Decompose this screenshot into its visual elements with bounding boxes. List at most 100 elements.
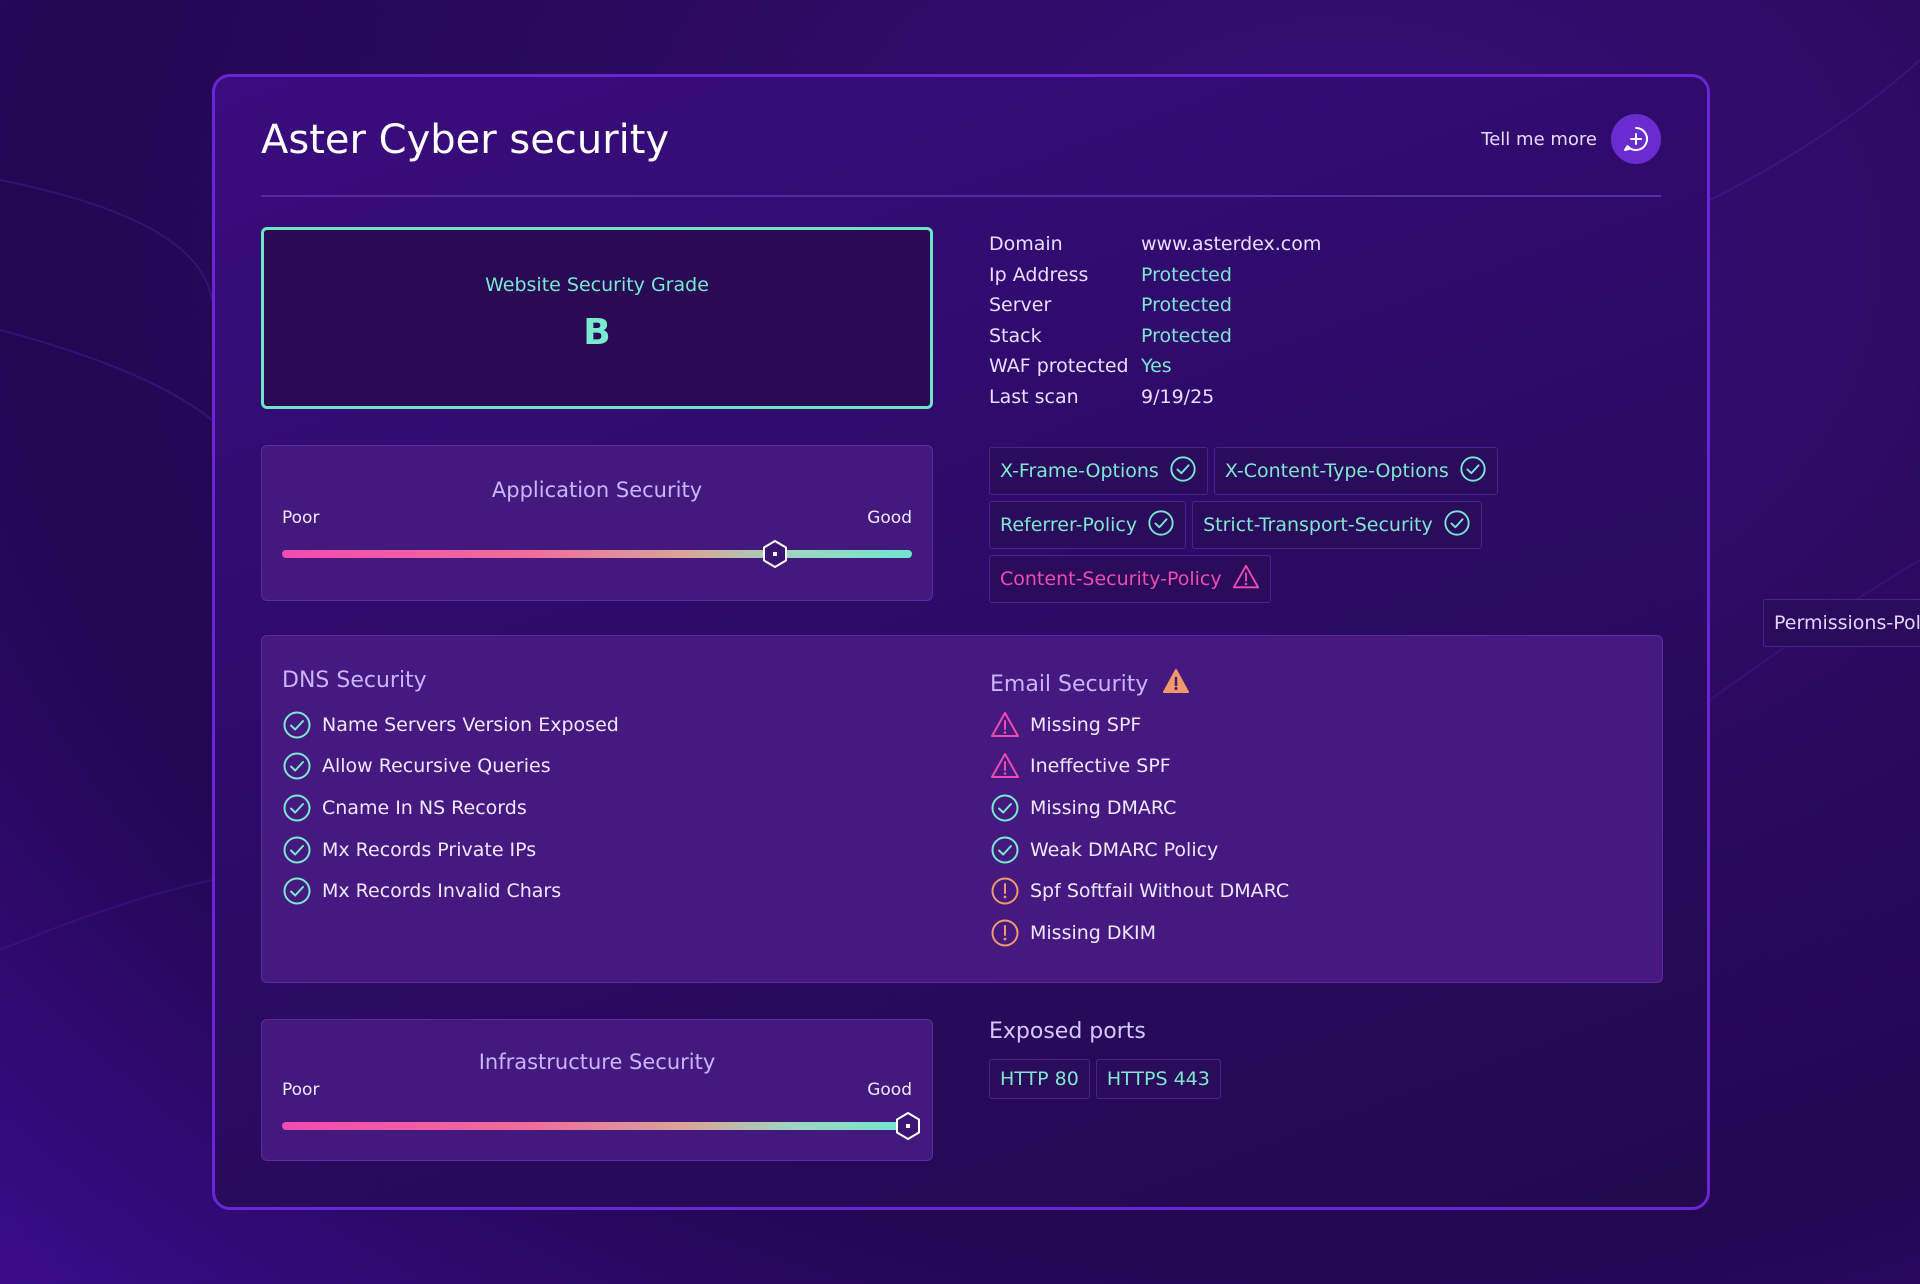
tag-label: Strict-Transport-Security xyxy=(1203,514,1433,536)
item-label: Allow Recursive Queries xyxy=(322,755,551,778)
check-icon xyxy=(1459,455,1487,488)
warning-icon xyxy=(990,710,1020,740)
list-item: Mx Records Invalid Chars xyxy=(282,870,619,912)
item-label: Cname In NS Records xyxy=(322,796,527,819)
tell-me-more-button[interactable]: Tell me more xyxy=(1481,114,1661,164)
infrastructure-security-thumb[interactable] xyxy=(893,1111,923,1141)
item-label: Weak DMARC Policy xyxy=(1030,838,1219,861)
grade-value: B xyxy=(583,312,611,353)
email-security-title: Email Security xyxy=(990,668,1190,700)
info-value: Protected xyxy=(1141,324,1232,347)
port-badge-https[interactable]: HTTPS 443 xyxy=(1095,1059,1221,1099)
check-icon xyxy=(1169,455,1197,488)
list-item: Missing SPF xyxy=(990,704,1289,746)
item-label: Missing DMARC xyxy=(1030,796,1177,819)
exposed-ports-list: HTTP 80 HTTPS 443 xyxy=(989,1059,1221,1099)
dns-title-label: DNS Security xyxy=(282,668,427,693)
tag-label: X-Frame-Options xyxy=(1000,460,1159,482)
info-value: www.asterdex.com xyxy=(1141,233,1322,256)
chat-plus-icon[interactable] xyxy=(1611,114,1661,164)
item-label: Mx Records Invalid Chars xyxy=(322,880,562,903)
list-item: Missing DMARC xyxy=(990,787,1289,829)
exposed-ports-title: Exposed ports xyxy=(989,1019,1146,1044)
list-item: Allow Recursive Queries xyxy=(282,746,619,788)
list-item: Name Servers Version Exposed xyxy=(282,704,619,746)
tag-label: Referrer-Policy xyxy=(1000,514,1138,536)
infrastructure-security-panel: Infrastructure Security Poor Good xyxy=(261,1019,933,1161)
tell-me-more-label: Tell me more xyxy=(1481,128,1597,150)
info-value: Protected xyxy=(1141,263,1232,286)
info-key: Stack xyxy=(989,324,1042,347)
list-item: Mx Records Private IPs xyxy=(282,829,619,871)
alert-circle-icon xyxy=(990,876,1020,906)
dns-security-title: DNS Security xyxy=(282,668,427,693)
port-badge-http[interactable]: HTTP 80 xyxy=(989,1059,1090,1099)
good-label: Good xyxy=(867,508,912,528)
info-key: Domain xyxy=(989,233,1063,256)
info-value: 9/19/25 xyxy=(1141,385,1215,408)
warning-icon xyxy=(1232,563,1260,596)
list-item: Spf Softfail Without DMARC xyxy=(990,870,1289,912)
check-icon xyxy=(990,835,1020,865)
item-label: Ineffective SPF xyxy=(1030,755,1171,778)
check-icon xyxy=(1147,509,1175,542)
check-icon xyxy=(282,793,312,823)
check-icon xyxy=(282,835,312,865)
poor-label: Poor xyxy=(282,1080,320,1100)
tag-label: X-Content-Type-Options xyxy=(1224,460,1449,482)
info-row-domain: Domain www.asterdex.com xyxy=(989,229,1321,260)
header-tag-strict-transport-security[interactable]: Strict-Transport-Security xyxy=(1192,501,1482,549)
item-label: Missing SPF xyxy=(1030,713,1142,736)
security-headers: X-Frame-Options X-Content-Type-Options R… xyxy=(989,447,1920,647)
check-icon xyxy=(282,876,312,906)
email-title-label: Email Security xyxy=(990,671,1149,697)
warning-icon xyxy=(990,751,1020,781)
list-item: Missing DKIM xyxy=(990,912,1289,954)
dns-check-list: Name Servers Version Exposed Allow Recur… xyxy=(282,704,619,912)
tag-label: Content-Security-Policy xyxy=(1000,568,1222,590)
infrastructure-security-title: Infrastructure Security xyxy=(478,1050,716,1074)
info-row-ip: Ip Address Protected xyxy=(989,260,1321,291)
info-key: WAF protected xyxy=(989,355,1129,378)
info-row-last-scan: Last scan 9/19/25 xyxy=(989,382,1321,413)
site-info: Domain www.asterdex.com Ip Address Prote… xyxy=(989,229,1321,412)
item-label: Mx Records Private IPs xyxy=(322,838,537,861)
info-row-stack: Stack Protected xyxy=(989,321,1321,352)
check-icon xyxy=(282,710,312,740)
list-item: Ineffective SPF xyxy=(990,746,1289,788)
security-grade-box: Website Security Grade B xyxy=(261,227,933,409)
application-security-panel: Application Security Poor Good xyxy=(261,445,933,601)
info-value: Yes xyxy=(1141,355,1172,378)
good-label: Good xyxy=(867,1080,912,1100)
header-tag-x-frame-options[interactable]: X-Frame-Options xyxy=(989,447,1208,495)
poor-label: Poor xyxy=(282,508,320,528)
header: Aster Cyber security Tell me more xyxy=(261,114,1661,197)
email-check-list: Missing SPF Ineffective SPF Missing DMAR… xyxy=(990,704,1289,954)
list-item: Cname In NS Records xyxy=(282,787,619,829)
page-title: Aster Cyber security xyxy=(261,117,670,163)
application-security-title: Application Security xyxy=(491,478,703,502)
header-tag-content-security-policy[interactable]: Content-Security-Policy xyxy=(989,555,1271,603)
check-icon xyxy=(990,793,1020,823)
info-key: Ip Address xyxy=(989,263,1089,286)
info-row-server: Server Protected xyxy=(989,290,1321,321)
item-label: Name Servers Version Exposed xyxy=(322,713,619,736)
info-row-waf: WAF protected Yes xyxy=(989,351,1321,382)
info-value: Protected xyxy=(1141,294,1232,317)
header-tag-permissions-policy[interactable]: Permissions-Policy xyxy=(1763,599,1920,647)
info-key: Server xyxy=(989,294,1052,317)
header-tag-x-content-type-options[interactable]: X-Content-Type-Options xyxy=(1213,447,1498,495)
application-security-thumb[interactable] xyxy=(760,539,790,569)
list-item: Weak DMARC Policy xyxy=(990,829,1289,871)
check-icon xyxy=(1443,509,1471,542)
grade-label: Website Security Grade xyxy=(485,274,709,296)
check-icon xyxy=(282,751,312,781)
item-label: Spf Softfail Without DMARC xyxy=(1030,880,1290,903)
header-tag-referrer-policy[interactable]: Referrer-Policy xyxy=(989,501,1187,549)
application-security-track xyxy=(282,550,912,558)
security-card: Aster Cyber security Tell me more Websit… xyxy=(212,74,1920,1210)
warning-filled-icon xyxy=(1162,668,1190,700)
tag-label: Permissions-Policy xyxy=(1774,612,1920,634)
infrastructure-security-track xyxy=(282,1122,912,1130)
alert-circle-icon xyxy=(990,918,1020,948)
